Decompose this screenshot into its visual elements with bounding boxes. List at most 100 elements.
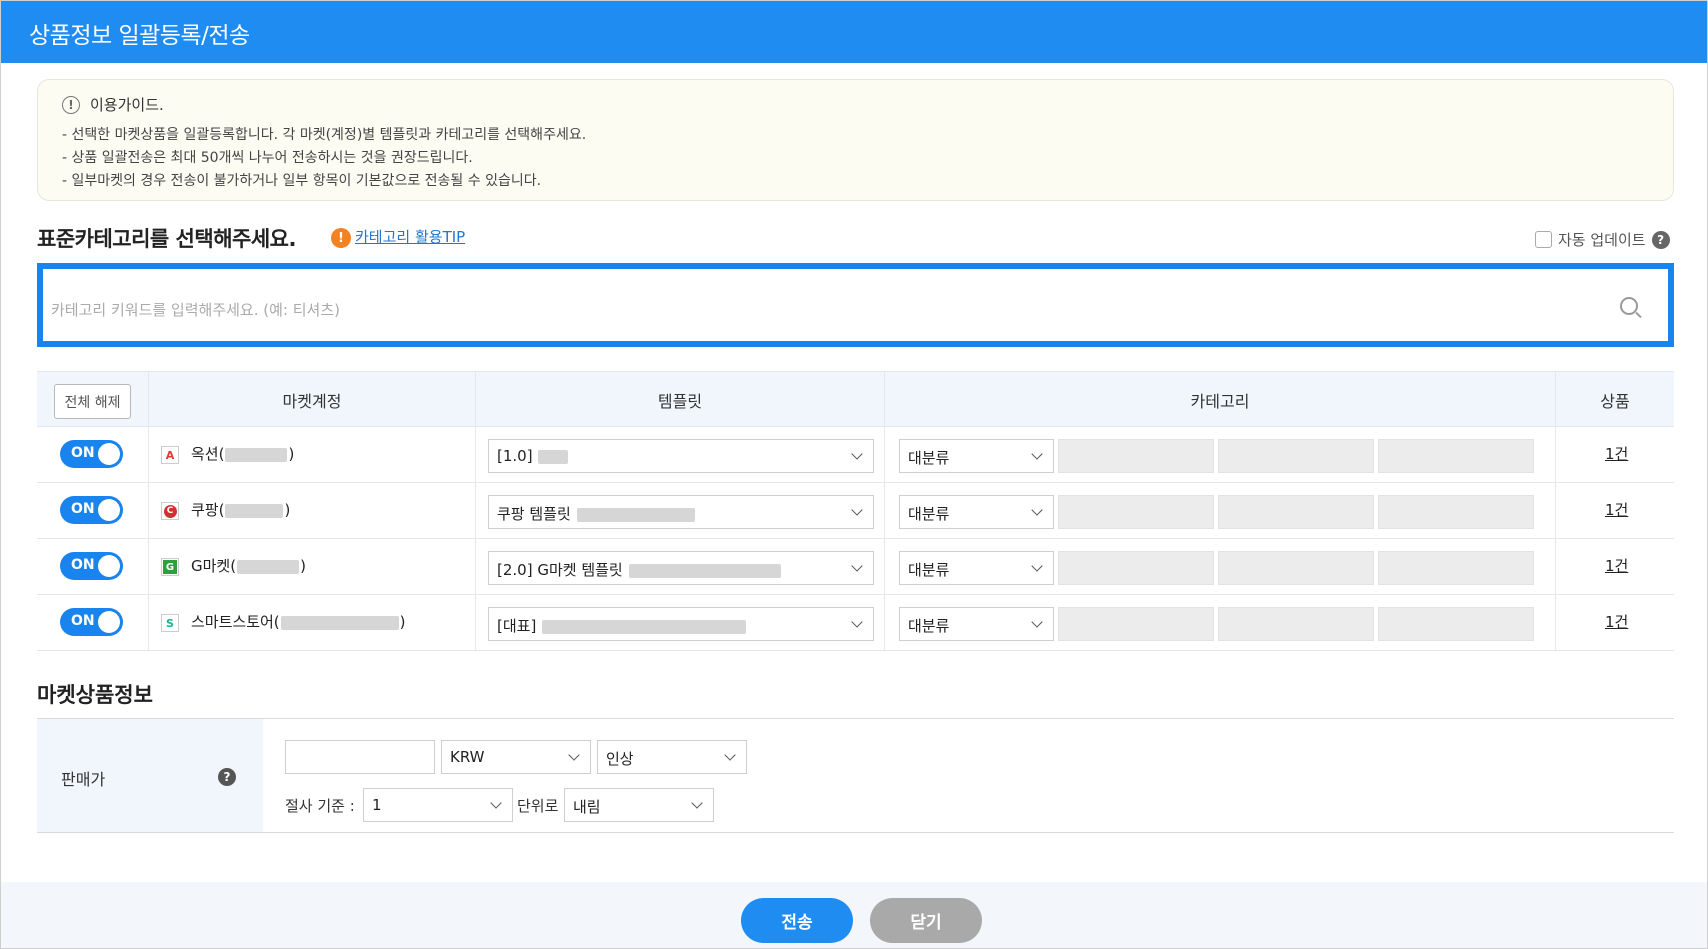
guide-line-2: - 상품 일괄전송은 최대 50개씩 나누어 전송하시는 것을 권장드립니다.	[62, 150, 473, 166]
category-l3-select[interactable]	[1218, 439, 1374, 473]
category-l1-value: 대분류	[908, 505, 950, 523]
unit-label: 단위로	[517, 797, 559, 815]
chevron-down-icon	[490, 797, 502, 809]
clear-all-button[interactable]: 전체 해제	[54, 384, 131, 419]
chevron-down-icon	[1031, 560, 1043, 572]
currency-select[interactable]: KRW	[441, 740, 591, 774]
search-placeholder: 카테고리 키워드를 입력해주세요. (예: 티셔츠)	[51, 301, 340, 319]
template-select[interactable]: [2.0] G마켓 템플릿	[488, 551, 874, 585]
coupang-logo-icon: C	[161, 502, 179, 520]
product-count-link[interactable]: 1건	[1605, 499, 1628, 520]
market-account-name: 스마트스토어()	[191, 611, 406, 632]
template-select[interactable]: [대표]	[488, 607, 874, 641]
warning-icon: !	[331, 228, 351, 248]
product-count-link[interactable]: 1건	[1605, 443, 1628, 464]
help-icon[interactable]: ?	[1651, 230, 1670, 249]
toggle-knob	[98, 499, 120, 521]
template-select[interactable]: 쿠팡 템플릿	[488, 495, 874, 529]
price-label-cell: 판매가 ?	[37, 719, 263, 832]
template-text: 쿠팡 템플릿	[497, 505, 571, 523]
template-select[interactable]: [1.0]	[488, 439, 874, 473]
help-icon[interactable]: ?	[218, 768, 236, 786]
redacted-block	[542, 619, 747, 634]
chevron-down-icon	[851, 616, 863, 628]
market-toggle[interactable]: ON	[60, 496, 123, 524]
category-l4-select[interactable]	[1378, 607, 1534, 641]
header-category: 카테고리	[885, 372, 1556, 428]
redacted-block	[280, 615, 399, 630]
search-icon[interactable]	[1620, 297, 1638, 315]
category-l3-select[interactable]	[1218, 495, 1374, 529]
toggle-label: ON	[71, 445, 95, 461]
cut-unit-select[interactable]: 1	[363, 788, 513, 822]
market-toggle[interactable]: ON	[60, 440, 123, 468]
category-l2-select[interactable]	[1058, 551, 1214, 585]
close-button[interactable]: 닫기	[870, 898, 982, 943]
table-row: ON C 쿠팡() 쿠팡 템플릿 대분류 1건	[37, 483, 1674, 539]
market-name-text: G마켓(	[191, 557, 237, 575]
round-mode-select[interactable]: 내림	[564, 788, 714, 822]
category-l1-select[interactable]: 대분류	[899, 439, 1054, 473]
category-heading: 표준카테고리를 선택해주세요.	[37, 227, 296, 251]
template-value: [2.0] G마켓 템플릿	[497, 559, 782, 580]
category-l4-select[interactable]	[1378, 495, 1534, 529]
adjust-select[interactable]: 인상	[597, 740, 747, 774]
category-l3-select[interactable]	[1218, 607, 1374, 641]
category-l1-select[interactable]: 대분류	[899, 607, 1054, 641]
category-l4-select[interactable]	[1378, 439, 1534, 473]
market-name-text: 옥션(	[191, 445, 225, 463]
redacted-block	[225, 447, 288, 462]
category-l1-select[interactable]: 대분류	[899, 495, 1054, 529]
market-account-name: 쿠팡()	[191, 499, 290, 520]
category-tip-link[interactable]: 카테고리 활용TIP	[355, 226, 465, 247]
toggle-label: ON	[71, 613, 95, 629]
category-l2-select[interactable]	[1058, 439, 1214, 473]
product-count-link[interactable]: 1건	[1605, 611, 1628, 632]
chevron-down-icon	[851, 448, 863, 460]
redacted-block	[225, 503, 284, 518]
info-icon: !	[62, 95, 80, 114]
market-toggle[interactable]: ON	[60, 608, 123, 636]
bulk-register-dialog: 상품정보 일괄등록/전송 ! 이용가이드. - 선택한 마켓상품을 일괄등록합니…	[0, 0, 1708, 949]
auto-update-checkbox[interactable]	[1535, 231, 1552, 248]
dialog-footer	[1, 882, 1707, 948]
chevron-down-icon	[1031, 616, 1043, 628]
header-template: 템플릿	[476, 372, 885, 428]
category-l4-select[interactable]	[1378, 551, 1534, 585]
guide-line-3: - 일부마켓의 경우 전송이 불가하거나 일부 항목이 기본값으로 전송될 수 …	[62, 173, 542, 189]
product-count-link[interactable]: 1건	[1605, 555, 1628, 576]
cut-unit-value: 1	[372, 796, 382, 814]
category-l2-select[interactable]	[1058, 607, 1214, 641]
chevron-down-icon	[568, 749, 580, 761]
category-l1-select[interactable]: 대분류	[899, 551, 1054, 585]
category-search-input[interactable]: 카테고리 키워드를 입력해주세요. (예: 티셔츠)	[37, 263, 1674, 347]
guide-header: ! 이용가이드.	[62, 94, 164, 115]
round-mode-value: 내림	[573, 798, 601, 816]
market-name-close: )	[284, 501, 291, 519]
redacted-block	[628, 563, 781, 578]
category-l3-select[interactable]	[1218, 551, 1374, 585]
template-value: 쿠팡 템플릿	[497, 503, 696, 524]
category-l1-value: 대분류	[908, 561, 950, 579]
adjust-value: 인상	[606, 750, 634, 768]
market-name-close: )	[300, 557, 306, 575]
table-header: 전체 해제 마켓계정 템플릿 카테고리 상품	[37, 371, 1674, 428]
chevron-down-icon	[724, 749, 736, 761]
category-l2-select[interactable]	[1058, 495, 1214, 529]
send-button[interactable]: 전송	[741, 898, 853, 943]
chevron-down-icon	[1031, 448, 1043, 460]
gmarket-icon-mark: G	[163, 560, 177, 574]
coupang-icon-mark: C	[163, 504, 177, 518]
auto-update-option[interactable]: 자동 업데이트 ?	[1535, 229, 1670, 250]
cut-label: 절사 기준 :	[285, 797, 355, 815]
table-row: ON G G마켓() [2.0] G마켓 템플릿 대분류 1건	[37, 539, 1674, 595]
toggle-knob	[98, 555, 120, 577]
chevron-down-icon	[851, 504, 863, 516]
market-name-close: )	[399, 613, 406, 631]
price-input[interactable]	[285, 740, 435, 774]
market-toggle[interactable]: ON	[60, 552, 123, 580]
gmarket-logo-icon: G	[161, 558, 179, 576]
redacted-block	[538, 449, 569, 464]
category-l1-value: 대분류	[908, 617, 950, 635]
market-name-text: 스마트스토어(	[191, 613, 280, 631]
